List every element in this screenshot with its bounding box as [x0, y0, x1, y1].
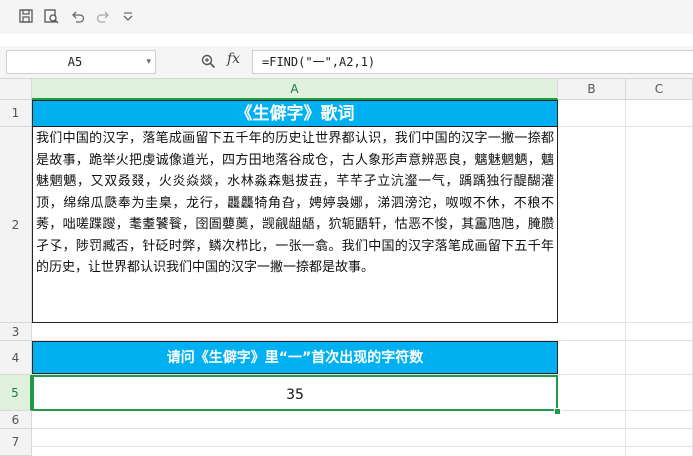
name-box[interactable]: A5 ▾	[6, 50, 156, 74]
cell-a4[interactable]: 请问《生僻字》里“一”首次出现的字符数	[32, 341, 558, 374]
quick-access-toolbar	[0, 0, 693, 34]
zoom-formula-icon[interactable]	[200, 53, 216, 69]
cell-a2[interactable]: 我们中国的汉字，落笔成画留下五千年的历史让世界都认识，我们中国的汉字一撇一捺都是…	[32, 127, 558, 323]
toolbar-spacer	[0, 34, 693, 46]
cell-a1[interactable]: 《生僻字》歌词	[32, 100, 558, 127]
formula-input[interactable]: =FIND("一",A2,1)	[252, 50, 693, 74]
fx-icon[interactable]: fx	[227, 51, 240, 67]
customize-dropdown-icon[interactable]	[120, 8, 138, 26]
formula-text: =FIND("一",A2,1)	[262, 55, 376, 69]
name-box-value: A5	[67, 55, 83, 69]
chevron-down-icon[interactable]: ▾	[146, 51, 151, 73]
cell-a5-selected[interactable]: 35	[32, 375, 558, 411]
fill-handle[interactable]	[554, 408, 561, 415]
cell-layer: 《生僻字》歌词 我们中国的汉字，落笔成画留下五千年的历史让世界都认识，我们中国的…	[0, 79, 693, 456]
formula-bar: A5 ▾ fx =FIND("一",A2,1)	[0, 46, 693, 79]
undo-icon[interactable]	[70, 8, 88, 26]
save-icon[interactable]	[18, 8, 36, 26]
print-preview-icon[interactable]	[43, 8, 61, 26]
redo-icon[interactable]	[95, 8, 113, 26]
